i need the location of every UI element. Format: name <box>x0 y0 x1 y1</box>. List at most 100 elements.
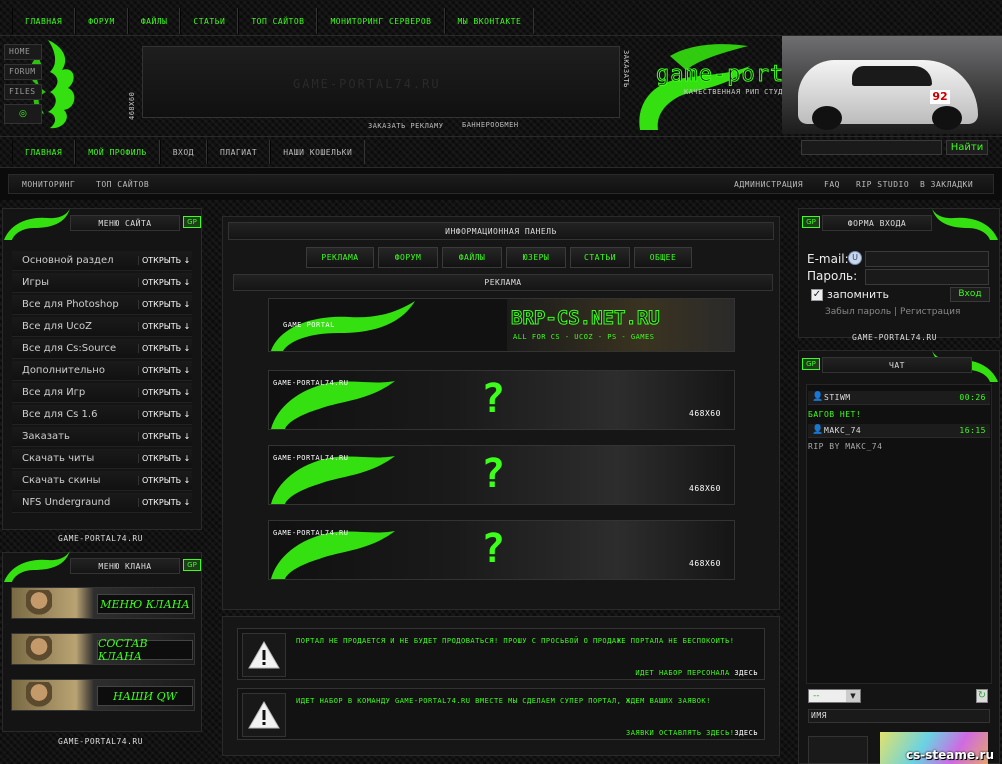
chevron-down-icon: ▼ <box>846 690 860 702</box>
site-menu-tribal-icon <box>4 208 70 240</box>
side-tab-forum[interactable]: FORUM <box>4 64 42 80</box>
email-field[interactable] <box>865 251 989 267</box>
site-menu-title-text: МЕНЮ САЙТА <box>98 218 152 228</box>
third-nav-top-sites[interactable]: топ сайтов <box>96 180 149 189</box>
banner-slot[interactable]: GAME-PORTAL74.RU <box>142 46 620 118</box>
site-menu-open-button[interactable]: ОТКРЫТЬ ↓ <box>138 498 192 507</box>
site-menu-open-button[interactable]: ОТКРЫТЬ ↓ <box>138 366 192 375</box>
site-menu-open-button[interactable]: ОТКРЫТЬ ↓ <box>138 278 192 287</box>
side-tab-files[interactable]: FILES <box>4 84 42 100</box>
remember-checkbox[interactable]: ✓ <box>811 289 823 301</box>
site-menu-item[interactable]: Все для Игр ОТКРЫТЬ ↓ <box>12 383 192 403</box>
site-menu-open-button[interactable]: ОТКРЫТЬ ↓ <box>138 476 192 485</box>
top-nav-item-monitoring[interactable]: мониторинг серверов <box>317 8 445 34</box>
site-menu-open-button[interactable]: ОТКРЫТЬ ↓ <box>138 388 192 397</box>
banner-exchange-link[interactable]: БАННЕРООБМЕН <box>462 121 519 129</box>
ad-slot-size: 468X60 <box>689 409 721 418</box>
second-nav-item-login[interactable]: вход <box>159 140 207 164</box>
chat-message-input[interactable] <box>808 736 868 764</box>
password-label: Пароль: <box>807 269 858 283</box>
notice-text: ПОРТАЛ НЕ ПРОДАЕТСЯ И НЕ БУДЕТ ПРОДОВАТЬ… <box>296 637 735 645</box>
site-menu-item[interactable]: Скачать читы ОТКРЫТЬ ↓ <box>12 449 192 469</box>
site-menu-item[interactable]: Заказать ОТКРЫТЬ ↓ <box>12 427 192 447</box>
clan-menu-item-roster[interactable]: СОСТАВ КЛАНА <box>11 633 195 665</box>
top-nav-item-top-sites[interactable]: топ сайтов <box>238 8 318 34</box>
search-button[interactable]: Найти <box>946 140 988 155</box>
tab-articles[interactable]: СТАТЬИ <box>570 247 630 268</box>
clan-menu-item-menu[interactable]: МЕНЮ КЛАНА <box>11 587 195 619</box>
chat-user[interactable]: STIWM <box>824 393 851 402</box>
second-nav-item-profile[interactable]: мой профиль <box>75 140 160 164</box>
site-menu-open-button[interactable]: ОТКРЫТЬ ↓ <box>138 300 192 309</box>
site-menu-item-label: Игры <box>22 277 49 288</box>
refresh-icon[interactable]: ↻ <box>976 689 988 703</box>
password-field[interactable] <box>865 269 989 285</box>
login-button[interactable]: Вход <box>950 287 990 302</box>
clan-menu-item-qw[interactable]: НАШИ QW <box>11 679 195 711</box>
site-menu-item[interactable]: Все для Photoshop ОТКРЫТЬ ↓ <box>12 295 192 315</box>
site-menu-open-button[interactable]: ОТКРЫТЬ ↓ <box>138 256 192 265</box>
top-nav-item-vk[interactable]: мы вконтакте <box>444 8 535 34</box>
ad-slot-2[interactable]: GAME-PORTAL74.RU ? 468X60 <box>268 445 735 505</box>
site-menu-item[interactable]: Игры ОТКРЫТЬ ↓ <box>12 273 192 293</box>
tab-users[interactable]: ЮЗЕРЫ <box>506 247 566 268</box>
notice-link[interactable]: ЗАЯВКИ ОСТАВЛЯТЬ ЗДЕСЬ!ЗДЕСЬ <box>626 729 758 737</box>
forgot-password-link[interactable]: Забыл пароль <box>825 307 891 317</box>
third-nav-faq[interactable]: FAQ <box>824 180 840 189</box>
third-nav-bookmarks[interactable]: в закладки <box>920 180 973 189</box>
notice-1: ПОРТАЛ НЕ ПРОДАЕТСЯ И НЕ БУДЕТ ПРОДОВАТЬ… <box>237 628 765 680</box>
site-menu-open-button[interactable]: ОТКРЫТЬ ↓ <box>138 322 192 331</box>
login-links: Забыл пароль | Регистрация <box>825 307 960 317</box>
chat-name-field[interactable]: ИМЯ <box>808 709 990 723</box>
clan-menu-item-label: НАШИ QW <box>97 686 193 706</box>
ad-slot-site: GAME-PORTAL74.RU <box>273 529 349 537</box>
second-nav-item-plagiarism[interactable]: плагиат <box>206 140 271 164</box>
main-ad-brand: BRP-CS.NET.RU <box>511 307 661 330</box>
login-title: ФОРМА ВХОДА <box>822 215 932 231</box>
top-nav-item-files[interactable]: файлы <box>127 8 181 34</box>
third-nav-admin[interactable]: администрация <box>734 180 803 189</box>
notice-link[interactable]: ИДЕТ НАБОР ПЕРСОНАЛА ЗДЕСЬ <box>635 669 758 677</box>
top-nav-item-forum[interactable]: форум <box>75 8 128 34</box>
order-ad-link[interactable]: ЗАКАЗАТЬ РЕКЛАМУ <box>368 121 458 131</box>
site-menu-item[interactable]: Все для UcoZ ОТКРЫТЬ ↓ <box>12 317 192 337</box>
top-nav-item-articles[interactable]: статьи <box>180 8 239 34</box>
ad-slot-1[interactable]: GAME-PORTAL74.RU ? 468X60 <box>268 370 735 430</box>
tab-files[interactable]: ФАЙЛЫ <box>442 247 502 268</box>
tab-ads[interactable]: РЕКЛАМА <box>306 247 374 268</box>
banner-order-side: ЗАКАЗАТЬ <box>622 50 630 88</box>
second-nav-item-home[interactable]: главная <box>12 140 76 164</box>
tab-forum[interactable]: ФОРУМ <box>378 247 438 268</box>
side-tab-home[interactable]: HOME <box>4 44 42 60</box>
site-menu-open-button[interactable]: ОТКРЫТЬ ↓ <box>138 454 192 463</box>
chat-time: 00:26 <box>959 393 986 402</box>
tab-general[interactable]: ОБЩЕЕ <box>634 247 692 268</box>
site-menu-open-button[interactable]: ОТКРЫТЬ ↓ <box>138 432 192 441</box>
remember-label: запомнить <box>827 288 890 301</box>
chat-message: 👤 МАКС_74 16:15 <box>808 424 990 438</box>
site-menu-item[interactable]: Дополнительно ОТКРЫТЬ ↓ <box>12 361 192 381</box>
site-menu-item[interactable]: Скачать скины ОТКРЫТЬ ↓ <box>12 471 192 491</box>
warning-icon <box>242 693 286 737</box>
register-link[interactable]: Регистрация <box>900 307 960 317</box>
chat-select[interactable]: -- ▼ <box>808 689 861 703</box>
search-input[interactable] <box>801 140 942 155</box>
site-menu-item[interactable]: Все для Cs 1.6 ОТКРЫТЬ ↓ <box>12 405 192 425</box>
site-menu-item[interactable]: Основной раздел ОТКРЫТЬ ↓ <box>12 251 192 271</box>
site-menu-open-button[interactable]: ОТКРЫТЬ ↓ <box>138 410 192 419</box>
second-nav-item-wallets[interactable]: наши кошельки <box>270 140 366 164</box>
chat-user[interactable]: МАКС_74 <box>824 426 861 435</box>
user-icon: 👤 <box>812 392 824 402</box>
third-nav-monitoring[interactable]: мониторинг <box>22 180 75 189</box>
chat-gp-badge: GP <box>802 358 820 370</box>
main-ad-banner[interactable]: GAME PORTAL BRP-CS.NET.RU ALL FOR CS - U… <box>268 298 735 352</box>
third-nav-rip-studio[interactable]: RIP STUDIO <box>856 180 909 189</box>
side-tab-extra[interactable]: ◎ <box>4 104 42 124</box>
site-menu-item-label: Заказать <box>22 431 70 442</box>
top-nav-item-home[interactable]: главная <box>12 8 76 34</box>
site-menu-open-button[interactable]: ОТКРЫТЬ ↓ <box>138 344 192 353</box>
site-menu-item[interactable]: Все для Cs:Source ОТКРЫТЬ ↓ <box>12 339 192 359</box>
ad-slot-3[interactable]: GAME-PORTAL74.RU ? 468X60 <box>268 520 735 580</box>
site-menu-item[interactable]: NFS Undergraund ОТКРЫТЬ ↓ <box>12 493 192 513</box>
clan-menu-gp-badge: GP <box>183 559 201 571</box>
